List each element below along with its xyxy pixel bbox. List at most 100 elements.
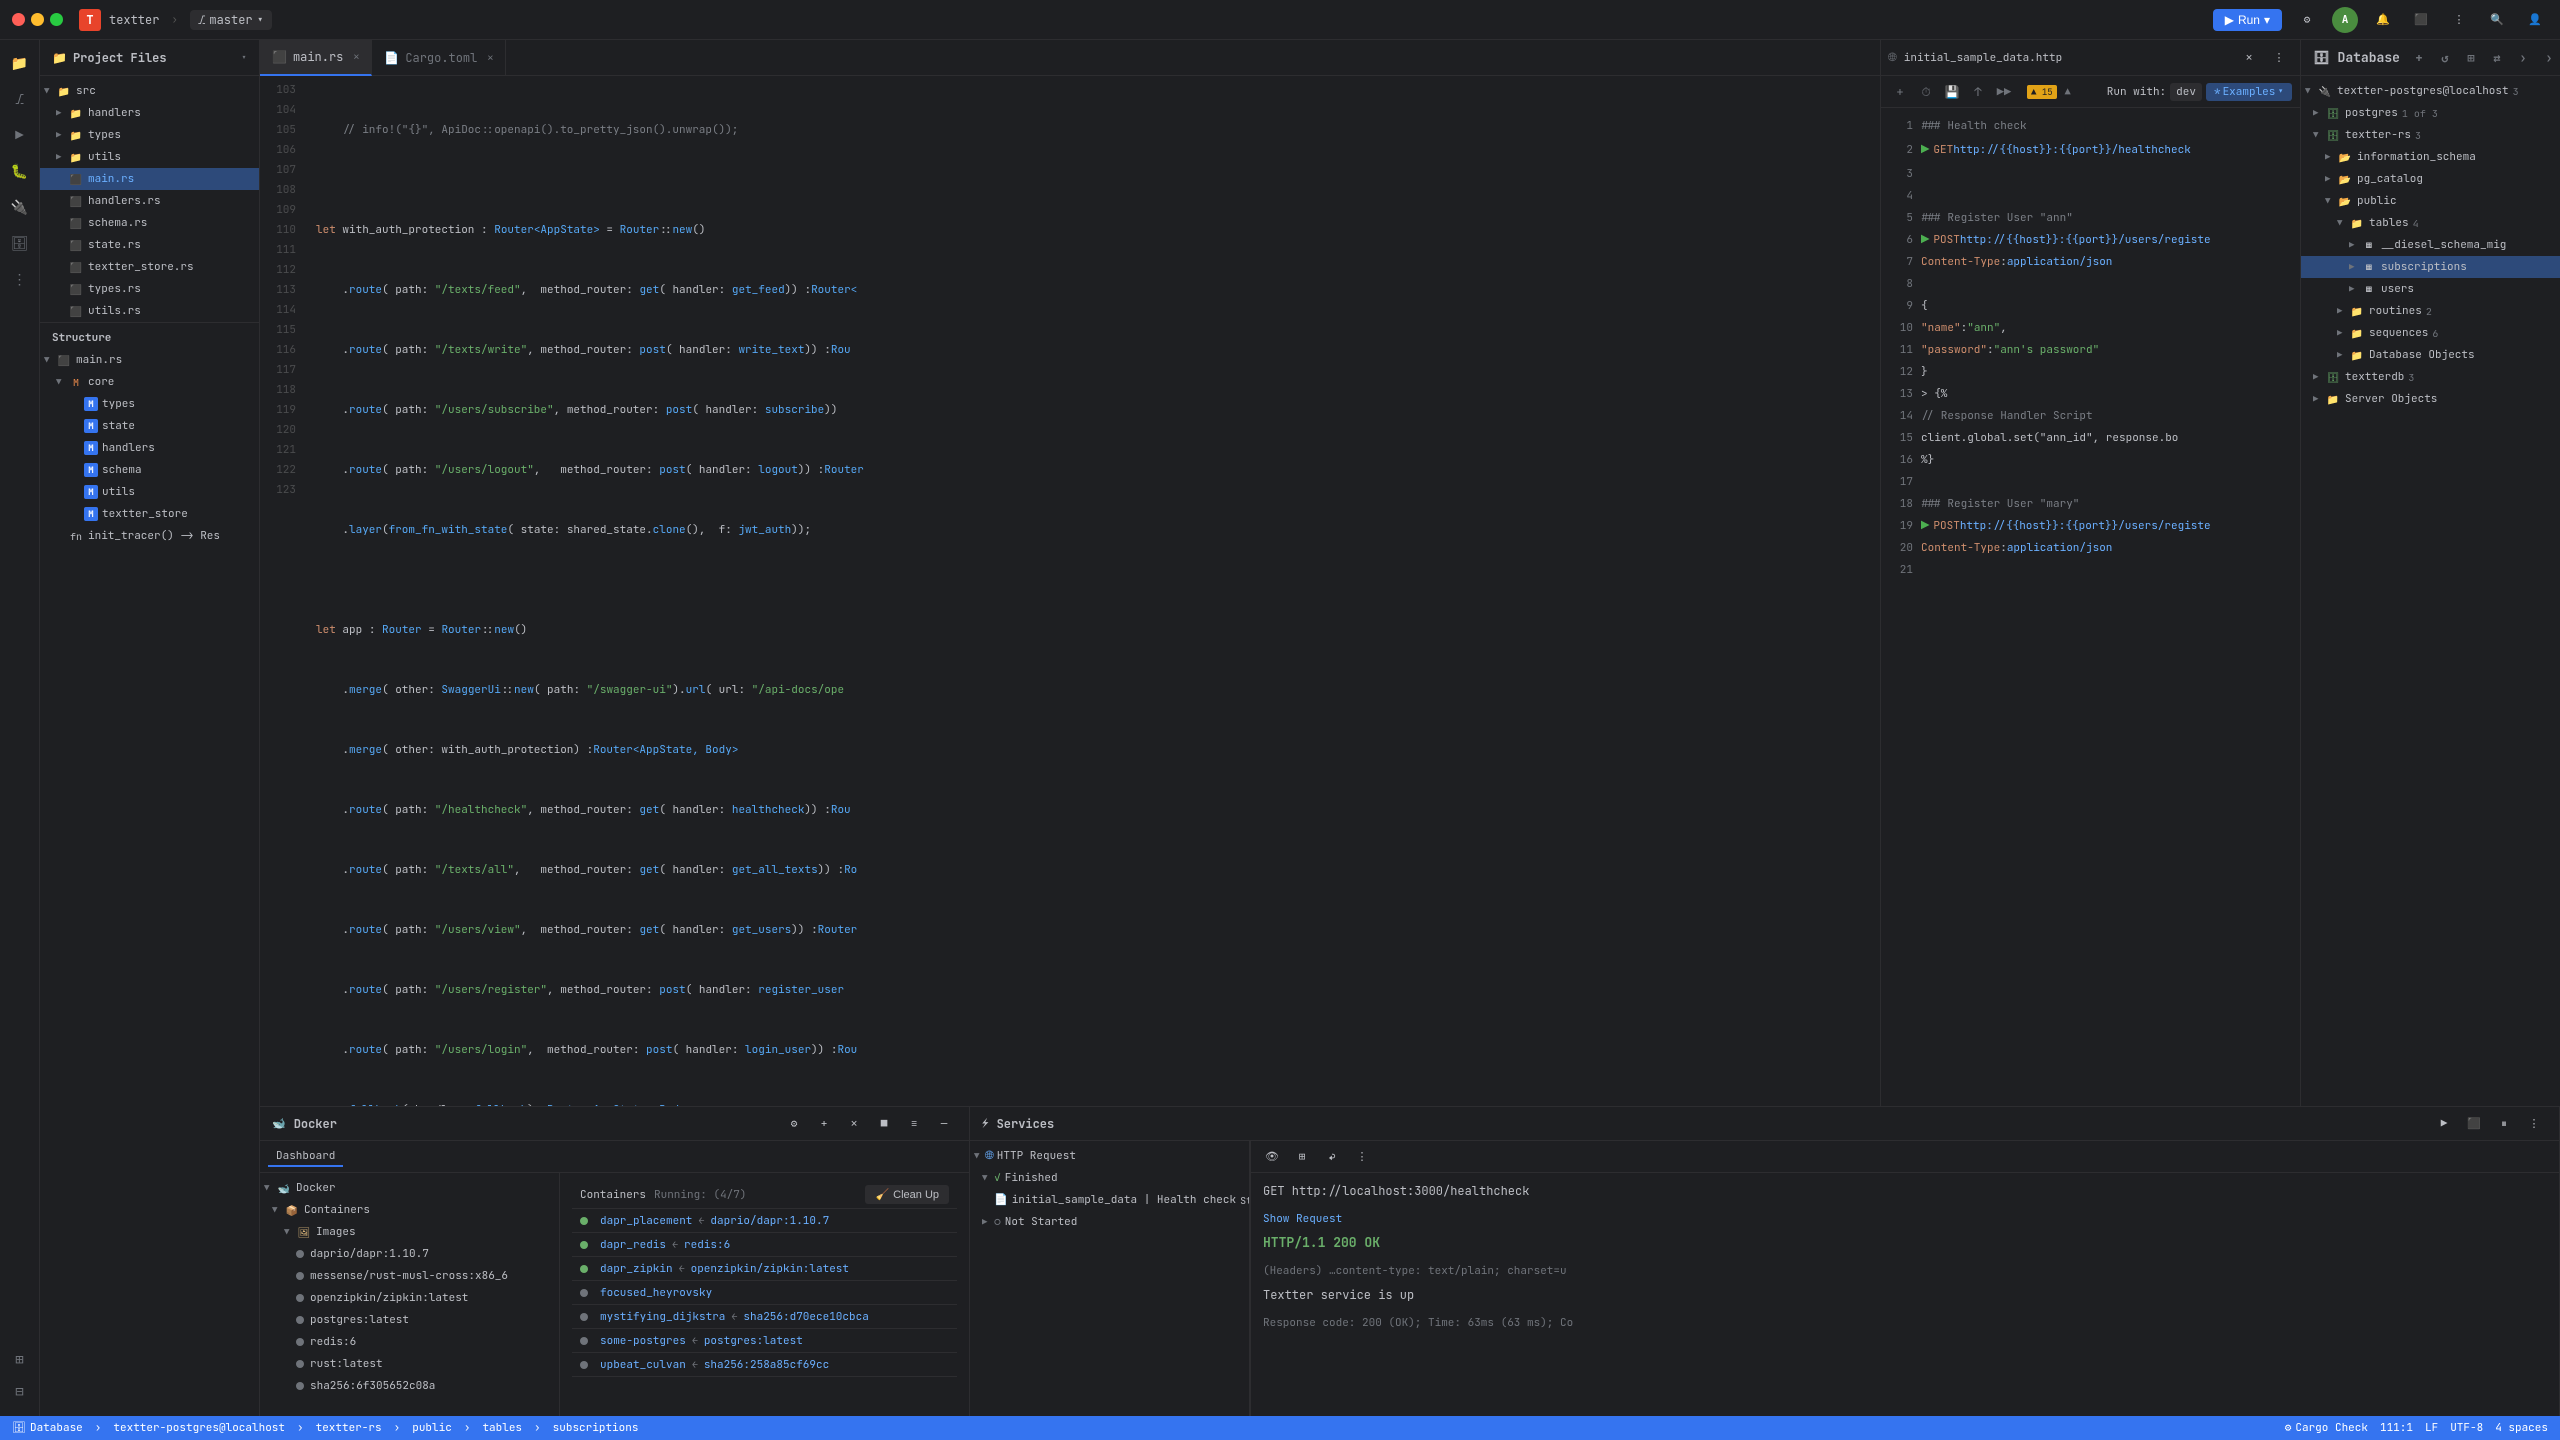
sidebar-icon-project[interactable]: 📁: [4, 48, 36, 80]
db-item-pg-catalog[interactable]: ▶ 📂 pg_catalog: [2301, 168, 2560, 190]
status-public[interactable]: public: [412, 1421, 452, 1435]
settings-button[interactable]: ⚙: [2294, 7, 2320, 33]
db-item-users[interactable]: ▶ ▦ users: [2301, 278, 2560, 300]
container-name-upbeat[interactable]: upbeat_culvan: [600, 1358, 686, 1372]
status-pg-host[interactable]: textter-postgres@localhost: [113, 1421, 285, 1435]
db-item-server-objects[interactable]: ▶ 📁 Server Objects: [2301, 388, 2560, 410]
sidebar-icon-database[interactable]: 🗄: [4, 228, 36, 260]
response-icon-filter[interactable]: ⊞: [1289, 1144, 1315, 1170]
services-play-btn[interactable]: ▶: [2431, 1111, 2457, 1137]
status-subscriptions[interactable]: subscriptions: [553, 1421, 639, 1435]
container-name-dapr-placement[interactable]: dapr_placement: [600, 1214, 692, 1228]
db-item-postgres[interactable]: ▶ 🗄 postgres 1 of 3: [2301, 102, 2560, 124]
db-item-database-objects[interactable]: ▶ 📁 Database Objects: [2301, 344, 2560, 366]
services-item-finished[interactable]: ▼ ✓ Finished: [970, 1167, 1249, 1189]
help-button[interactable]: ⬛: [2408, 7, 2434, 33]
db-item-textter-rs[interactable]: ▼ 🗄 textter-rs 3: [2301, 124, 2560, 146]
http-export-btn[interactable]: ↑: [1967, 81, 1989, 103]
response-show-request[interactable]: Show Request: [1263, 1209, 2547, 1229]
services-stop-btn[interactable]: ⬛: [2461, 1111, 2487, 1137]
sidebar-icon-vcs[interactable]: ⎇: [4, 84, 36, 116]
tree-item-src[interactable]: ▼ 📁 src: [40, 80, 259, 102]
run-button[interactable]: ▶ Run ▾: [2213, 9, 2282, 31]
maximize-button[interactable]: [50, 13, 63, 26]
docker-add-btn[interactable]: +: [811, 1111, 837, 1137]
docker-item-containers[interactable]: ▼ 📦 Containers: [260, 1199, 559, 1221]
container-image-upbeat[interactable]: sha256:258a85cf69cc: [704, 1358, 829, 1372]
docker-image-dapr[interactable]: daprio/dapr:1.10.7: [260, 1243, 559, 1265]
http-run-all-btn[interactable]: ▶▶: [1993, 81, 2015, 103]
docker-image-musl[interactable]: messense/rust-musl-cross:x86_6: [260, 1265, 559, 1287]
services-more-btn[interactable]: ⋮: [2521, 1111, 2547, 1137]
db-add-btn[interactable]: +: [2408, 47, 2430, 69]
sidebar-icon-run[interactable]: ▶: [4, 120, 36, 152]
db-item-textterdb[interactable]: ▶ 🗄 textterdb 3: [2301, 366, 2560, 388]
sidebar-icon-plugins[interactable]: 🔌: [4, 192, 36, 224]
http-history-btn[interactable]: ⏱: [1915, 81, 1937, 103]
tree-item-utils-rs[interactable]: ⬛ utils.rs: [40, 300, 259, 322]
docker-tab-dashboard[interactable]: Dashboard: [268, 1147, 343, 1167]
structure-main-rs[interactable]: ▼ ⬛ main.rs: [40, 349, 259, 371]
tree-item-main-rs[interactable]: ⬛ main.rs: [40, 168, 259, 190]
db-item-routines[interactable]: ▶ 📁 routines 2: [2301, 300, 2560, 322]
container-image-dapr-zipkin[interactable]: openzipkin/zipkin:latest: [691, 1262, 849, 1276]
status-cargo-check[interactable]: ⚙ Cargo Check: [2285, 1421, 2368, 1435]
cleanup-button[interactable]: 🧹 Clean Up: [865, 1185, 949, 1204]
docker-collapse-btn[interactable]: —: [931, 1111, 957, 1137]
db-item-info-schema[interactable]: ▶ 📂 information_schema: [2301, 146, 2560, 168]
services-item-healthcheck[interactable]: 📄 initial_sample_data | Health check St: [970, 1189, 1249, 1211]
http-close-btn[interactable]: ✕: [2236, 45, 2262, 71]
tree-item-types[interactable]: ▶ 📁 types: [40, 124, 259, 146]
container-name-dapr-redis[interactable]: dapr_redis: [600, 1238, 666, 1252]
close-button[interactable]: [12, 13, 25, 26]
http-save-btn[interactable]: 💾: [1941, 81, 1963, 103]
http-run-arrow-3[interactable]: ▶: [1921, 516, 1929, 536]
docker-image-sha[interactable]: sha256:6f305652c08a: [260, 1375, 559, 1397]
db-item-sequences[interactable]: ▶ 📁 sequences 6: [2301, 322, 2560, 344]
container-image-dapr-redis[interactable]: redis:6: [684, 1238, 730, 1252]
db-close-btn[interactable]: ›: [2538, 47, 2560, 69]
tree-item-schema-rs[interactable]: ⬛ schema.rs: [40, 212, 259, 234]
container-name-mystifying[interactable]: mystifying_dijkstra: [600, 1310, 725, 1324]
sidebar-icon-debug[interactable]: 🐛: [4, 156, 36, 188]
docker-item-images[interactable]: ▼ 🖼 Images: [260, 1221, 559, 1243]
status-tables[interactable]: tables: [482, 1421, 522, 1435]
code-editor[interactable]: ⬛ main.rs ✕ 📄 Cargo.toml ✕ 1031041051061…: [260, 40, 1880, 1106]
tree-item-handlers-rs[interactable]: ⬛ handlers.rs: [40, 190, 259, 212]
http-run-arrow[interactable]: ▶: [1921, 140, 1929, 160]
docker-image-zipkin[interactable]: openzipkin/zipkin:latest: [260, 1287, 559, 1309]
structure-schema[interactable]: M schema: [40, 459, 259, 481]
db-item-subscriptions[interactable]: ▶ ▦ subscriptions: [2301, 256, 2560, 278]
container-image-dapr-placement[interactable]: daprio/dapr:1.10.7: [710, 1214, 829, 1228]
tree-item-textter-store[interactable]: ⬛ textter_store.rs: [40, 256, 259, 278]
tree-item-state-rs[interactable]: ⬛ state.rs: [40, 234, 259, 256]
notifications-button[interactable]: 🔔: [2370, 7, 2396, 33]
tree-item-utils[interactable]: ▶ 📁 utils: [40, 146, 259, 168]
db-more-btn[interactable]: ›: [2512, 47, 2534, 69]
structure-init-tracer[interactable]: fn init_tracer() -> Res: [40, 525, 259, 547]
container-name-dapr-zipkin[interactable]: dapr_zipkin: [600, 1262, 673, 1276]
status-line-ending[interactable]: LF: [2425, 1421, 2438, 1435]
tree-item-types-rs[interactable]: ⬛ types.rs: [40, 278, 259, 300]
db-item-tables[interactable]: ▼ 📁 tables 4: [2301, 212, 2560, 234]
sidebar-icon-bottom[interactable]: ⊟: [4, 1376, 36, 1408]
db-refresh-btn[interactable]: ↺: [2434, 47, 2456, 69]
docker-item-root[interactable]: ▼ 🐋 Docker: [260, 1177, 559, 1199]
branch-selector[interactable]: ⎇ master ▾: [190, 10, 272, 30]
services-pause-btn[interactable]: ⏸: [2491, 1111, 2517, 1137]
http-more-btn[interactable]: ⋮: [2266, 45, 2292, 71]
status-encoding[interactable]: UTF-8: [2450, 1421, 2483, 1435]
tree-item-handlers[interactable]: ▶ 📁 handlers: [40, 102, 259, 124]
db-connection-root[interactable]: ▼ 🔌 textter-postgres@localhost 3: [2301, 80, 2560, 102]
container-image-some-postgres[interactable]: postgres:latest: [704, 1334, 803, 1348]
db-filter-btn[interactable]: ⊞: [2460, 47, 2482, 69]
code-content[interactable]: 1031041051061071081091101111121131141151…: [260, 76, 1880, 1106]
http-run-arrow-2[interactable]: ▶: [1921, 230, 1929, 250]
response-icon-view[interactable]: 👁: [1259, 1144, 1285, 1170]
tab-cargo-toml[interactable]: 📄 Cargo.toml ✕: [372, 40, 506, 76]
docker-settings-btn[interactable]: ⚙: [781, 1111, 807, 1137]
minimize-button[interactable]: [31, 13, 44, 26]
tab-close-main[interactable]: ✕: [353, 50, 359, 63]
docker-more-btn[interactable]: ≡: [901, 1111, 927, 1137]
tab-main-rs[interactable]: ⬛ main.rs ✕: [260, 40, 372, 76]
